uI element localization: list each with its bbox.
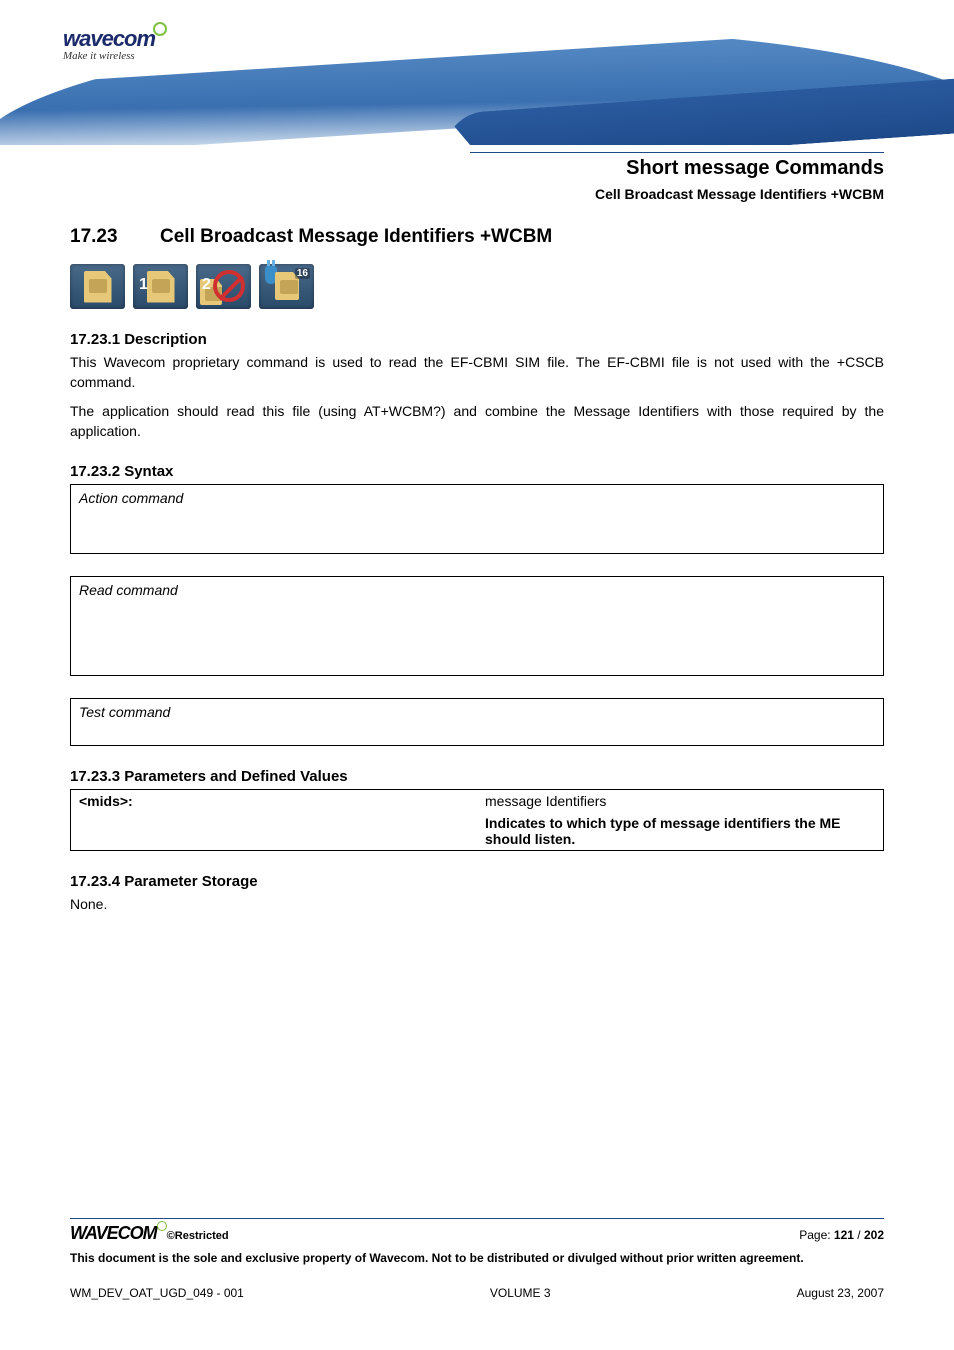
params-table: <mids>: message Identifiers Indicates to… [70,789,884,851]
sim-icon-plain [70,264,125,309]
footer-logo: WAVECOM [70,1223,167,1243]
sim-chip-icon [147,271,175,303]
subsection-params-heading: 17.23.3 Parameters and Defined Values [70,768,884,785]
action-command-label: Action command [79,490,183,506]
table-row: <mids>: message Identifiers [71,790,884,813]
section-number: 17.23 [70,226,160,248]
header-rule [470,152,884,153]
footer-restricted: ©Restricted [167,1230,229,1242]
footer: WAVECOM©Restricted Page: 121 / 202 This … [70,1218,884,1300]
footer-swirl-icon [157,1221,167,1231]
section-heading: 17.23 Cell Broadcast Message Identifiers… [70,226,884,248]
sim-chip-icon [84,271,112,303]
sim-icon-2-prohibited: 2 [196,264,251,309]
param-name-cell: <mids>: [71,790,478,851]
logo-tagline: Make it wireless [63,50,167,62]
sim-icon-1: 1 [133,264,188,309]
footer-docid: WM_DEV_OAT_UGD_049 - 001 [70,1286,244,1300]
logo-wordmark: wavecom [63,26,155,51]
footer-rule [70,1218,884,1219]
prohibit-icon [213,270,245,302]
param-desc-1: message Identifiers [477,790,884,813]
read-command-label: Read command [79,582,178,598]
read-command-box: Read command [70,576,884,676]
footer-date: August 23, 2007 [797,1286,884,1300]
subsection-syntax-heading: 17.23.2 Syntax [70,463,884,480]
logo: wavecom Make it wireless [55,22,175,64]
storage-body: None. [70,894,884,914]
logo-swirl-icon [153,22,167,36]
test-command-label: Test command [79,704,170,720]
chapter-subtitle: Cell Broadcast Message Identifiers +WCBM [70,186,884,202]
description-p1: This Wavecom proprietary command is used… [70,352,884,393]
sim-badge-2: 2 [202,276,211,294]
footer-disclaimer: This document is the sole and exclusive … [70,1250,884,1266]
sim-badge-1: 1 [139,276,148,294]
chapter-title: Short message Commands [70,157,884,180]
param-desc-2: Indicates to which type of message ident… [477,812,884,851]
subsection-description-heading: 17.23.1 Description [70,331,884,348]
section-title: Cell Broadcast Message Identifiers +WCBM [160,226,552,248]
description-p2: The application should read this file (u… [70,401,884,442]
sim-badge-16: 16 [295,268,310,279]
subsection-storage-heading: 17.23.4 Parameter Storage [70,873,884,890]
action-command-box: Action command [70,484,884,554]
footer-volume: VOLUME 3 [490,1286,551,1300]
sim-icon-plug: 16 [259,264,314,309]
test-command-box: Test command [70,698,884,746]
compat-icons-row: 1 2 16 [70,264,884,309]
footer-page: Page: 121 / 202 [799,1228,884,1242]
